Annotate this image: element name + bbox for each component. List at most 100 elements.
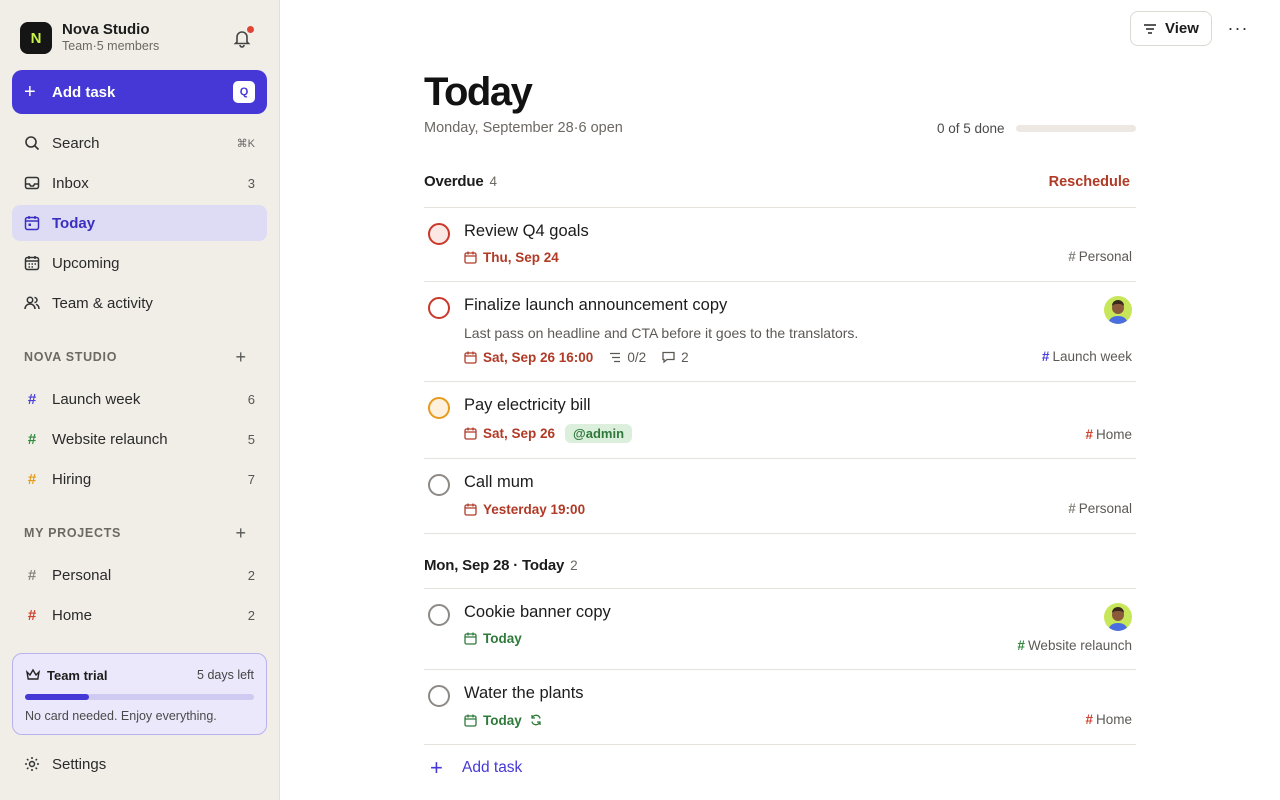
task-due-date[interactable]: Today — [464, 631, 522, 646]
subtask-count-text: 0/2 — [627, 349, 647, 365]
task-due-text: Today — [483, 712, 522, 728]
project-personal[interactable]: # Personal 2 — [12, 557, 267, 593]
project-website-relaunch[interactable]: # Website relaunch 5 — [12, 421, 267, 457]
task-item[interactable]: Pay electricity bill Sat, Sep 26 @admin … — [424, 382, 1136, 458]
team-section-title: NOVA STUDIO — [24, 350, 118, 364]
task-due-date[interactable]: Today — [464, 713, 522, 728]
view-options-button[interactable]: View — [1130, 11, 1212, 46]
more-options-icon[interactable]: ··· — [1226, 18, 1250, 38]
inline-add-task-button[interactable]: + Add task — [424, 756, 522, 780]
task-item[interactable]: Call mum Yesterday 19:00 # Personal — [424, 459, 1136, 533]
task-complete-checkbox[interactable] — [428, 297, 450, 319]
task-item[interactable]: Cookie banner copy Today # Website relau… — [424, 589, 1136, 669]
task-complete-checkbox[interactable] — [428, 685, 450, 707]
task-label-chip[interactable]: @admin — [565, 423, 633, 443]
project-count: 7 — [247, 471, 255, 487]
task-item[interactable]: Water the plants Today # Home — [424, 670, 1136, 744]
add-task-shortcut: Q — [233, 81, 255, 103]
task-project-tag[interactable]: # Personal — [1068, 501, 1132, 516]
project-name: Hiring — [52, 470, 92, 488]
task-complete-checkbox[interactable] — [428, 604, 450, 626]
nav-inbox[interactable]: Inbox 3 — [12, 165, 267, 201]
task-item[interactable]: Review Q4 goals Thu, Sep 24 # Personal — [424, 208, 1136, 281]
project-hash-icon: # — [27, 390, 37, 408]
filter-lines-icon — [1144, 23, 1157, 34]
plus-icon: + — [430, 755, 443, 780]
task-project-tag[interactable]: # Home — [1085, 427, 1132, 442]
comment-count[interactable]: 2 — [662, 350, 689, 365]
task-name[interactable]: Call mum — [464, 473, 534, 492]
inline-add-task-label: Add task — [462, 759, 523, 776]
recurring-icon — [530, 714, 542, 726]
team-trial-card[interactable]: Team trial 5 days left No card needed. E… — [12, 653, 267, 735]
task-due-date[interactable]: Sat, Sep 26 16:00 — [464, 350, 593, 365]
project-hash-icon: # — [27, 566, 37, 584]
workspace-logo: N — [20, 22, 52, 54]
task-name[interactable]: Pay electricity bill — [464, 396, 591, 415]
task-item[interactable]: Finalize launch announcement copy Last p… — [424, 282, 1136, 381]
trial-title: Team trial — [47, 667, 108, 683]
divider — [424, 533, 1136, 534]
task-complete-checkbox[interactable] — [428, 223, 450, 245]
trial-note: No card needed. Enjoy everything. — [25, 709, 217, 723]
nav-upcoming-label: Upcoming — [52, 254, 120, 272]
group-title: Mon, Sep 28 · Today — [424, 557, 565, 574]
add-task-button[interactable]: + Add task Q — [12, 70, 267, 114]
project-count: 2 — [247, 567, 255, 583]
task-name[interactable]: Water the plants — [464, 684, 584, 703]
project-launch-week[interactable]: # Launch week 6 — [12, 381, 267, 417]
task-project-tag[interactable]: # Home — [1085, 712, 1132, 727]
calendar-today-icon — [24, 215, 40, 231]
nav-settings[interactable]: Settings — [12, 746, 267, 782]
task-due-date[interactable]: Sat, Sep 26 — [464, 426, 555, 441]
task-project-name: Personal — [1078, 249, 1132, 264]
notifications-bell-icon[interactable] — [232, 26, 254, 48]
task-project-tag[interactable]: # Website relaunch — [1017, 638, 1132, 653]
project-hiring[interactable]: # Hiring 7 — [12, 461, 267, 497]
nav-upcoming[interactable]: Upcoming — [12, 245, 267, 281]
project-name: Launch week — [52, 390, 141, 408]
task-due-date[interactable]: Yesterday 19:00 — [464, 502, 585, 517]
task-project-name: Website relaunch — [1027, 638, 1132, 653]
project-home[interactable]: # Home 2 — [12, 597, 267, 633]
workspace-switcher[interactable]: N Nova Studio Team·5 members — [20, 21, 260, 55]
task-project-tag[interactable]: # Launch week — [1042, 349, 1132, 364]
team-projects-header: NOVA STUDIO + — [24, 347, 256, 367]
nav-today-label: Today — [52, 214, 96, 232]
page-subtitle: Monday, September 28·6 open — [424, 120, 623, 136]
nav-team-activity-label: Team & activity — [52, 294, 153, 312]
trial-progress-fill — [25, 694, 90, 700]
assignee-avatar[interactable] — [1104, 296, 1132, 324]
task-name[interactable]: Finalize launch announcement copy — [464, 296, 727, 315]
trial-progress-bar — [25, 694, 254, 700]
search-icon — [24, 135, 40, 151]
project-hash-icon: # — [27, 470, 37, 488]
team-icon — [24, 295, 40, 311]
workspace-name: Nova Studio — [62, 21, 150, 38]
task-due-text: Thu, Sep 24 — [483, 249, 559, 265]
task-description: Last pass on headline and CTA before it … — [464, 325, 859, 341]
subtask-count[interactable]: 0/2 — [609, 350, 646, 365]
add-team-project-button[interactable]: + — [235, 347, 246, 367]
task-due-text: Today — [483, 630, 522, 646]
task-due-date[interactable]: Thu, Sep 24 — [464, 250, 559, 265]
crown-icon — [25, 667, 41, 683]
task-name[interactable]: Cookie banner copy — [464, 603, 611, 622]
project-hash-icon: # — [1068, 501, 1076, 516]
nav-search[interactable]: Search ⌘K — [12, 125, 267, 161]
task-name[interactable]: Review Q4 goals — [464, 222, 589, 241]
nav-today[interactable]: Today — [12, 205, 267, 241]
task-project-tag[interactable]: # Personal — [1068, 249, 1132, 264]
project-name: Website relaunch — [52, 430, 168, 448]
calendar-icon — [464, 251, 477, 264]
task-complete-checkbox[interactable] — [428, 397, 450, 419]
nav-team-activity[interactable]: Team & activity — [12, 285, 267, 321]
assignee-avatar[interactable] — [1104, 603, 1132, 631]
add-my-project-button[interactable]: + — [235, 523, 246, 543]
view-label: View — [1165, 20, 1199, 37]
calendar-icon — [464, 714, 477, 727]
project-count: 2 — [247, 607, 255, 623]
reschedule-button[interactable]: Reschedule — [1049, 174, 1130, 190]
task-due-text: Yesterday 19:00 — [483, 501, 586, 517]
task-complete-checkbox[interactable] — [428, 474, 450, 496]
